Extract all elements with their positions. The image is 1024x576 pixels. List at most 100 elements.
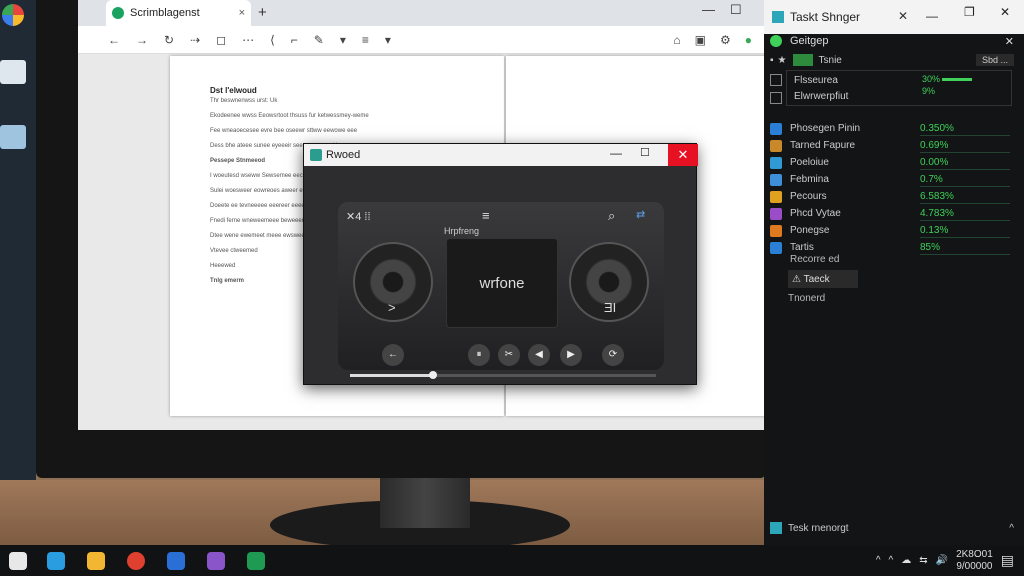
summary-label-1: Flsseurea: [794, 75, 838, 86]
list-icon[interactable]: ≡: [362, 33, 369, 47]
process-row[interactable]: Phosegen Pinin 0.350%: [770, 120, 1020, 137]
player-panel: ✕4 ⁞⁞ ≡ ⌕ ⇄ > ƎI Hrpfreng wrfone ← ⏸ ✂ ◀…: [338, 202, 664, 370]
process-icon: [770, 190, 782, 203]
new-tab-button[interactable]: +: [258, 4, 267, 21]
tray-chevron-icon[interactable]: ^: [889, 555, 894, 566]
next-button[interactable]: ▶: [560, 344, 582, 366]
tab-close-icon[interactable]: ×: [239, 7, 245, 19]
select-icon[interactable]: ⌐: [291, 33, 298, 47]
extension-icon[interactable]: ▣: [695, 33, 706, 47]
browser-minimize-button[interactable]: —: [702, 2, 715, 17]
start-taskbar-button[interactable]: [2, 545, 34, 576]
process-cpu-value: 4.783%: [920, 208, 954, 219]
player-mode-icons[interactable]: ✕4 ⁞⁞: [346, 210, 371, 223]
profile-icon[interactable]: ●: [745, 33, 752, 47]
file-explorer-taskbar-button[interactable]: [80, 545, 112, 576]
task-manager-titlebar[interactable]: Taskt Shnger: [764, 0, 1024, 34]
task-manager-close-button[interactable]: ✕: [1000, 5, 1010, 19]
repeat-button[interactable]: ⟳: [602, 344, 624, 366]
page-icon[interactable]: ◻: [216, 33, 226, 47]
back-icon[interactable]: ←: [108, 33, 120, 47]
chrome-taskbar-button[interactable]: [120, 545, 152, 576]
process-row[interactable]: Febmina 0.7%: [770, 171, 1020, 188]
process-name: Phcd Vytae: [790, 208, 841, 219]
player-search-icon[interactable]: ⌕: [608, 208, 615, 224]
performance-side-icon[interactable]: [770, 74, 782, 86]
collapse-icon[interactable]: ⟨: [270, 33, 275, 47]
network-icon[interactable]: ⇆: [919, 555, 927, 566]
cut-button[interactable]: ✂: [498, 344, 520, 366]
player-close-button[interactable]: ✕: [668, 144, 698, 166]
task-manager-minimize-button[interactable]: —: [926, 9, 938, 23]
task-manager-tab-close-icon[interactable]: ✕: [898, 9, 908, 23]
sheets-icon: [247, 551, 265, 570]
pause-button[interactable]: ⏸: [468, 344, 490, 366]
drive-shortcut-icon[interactable]: [0, 125, 26, 149]
taskbar-icons: [0, 545, 280, 576]
task-manager-title: Taskt Shnger: [790, 10, 861, 24]
subheader-pill[interactable]: Sbd ...: [975, 54, 1014, 66]
process-icon: [770, 224, 782, 237]
process-icon: [770, 207, 782, 220]
resources-label: Recorre ed: [790, 254, 840, 265]
edit-icon[interactable]: ✎: [314, 33, 324, 47]
chrome-shortcut-icon[interactable]: [2, 4, 24, 26]
dropdown-icon[interactable]: ▾: [340, 33, 346, 47]
process-row[interactable]: Phcd Vytae 4.783%: [770, 205, 1020, 222]
task-manager-subheader: ▪ ★ Tsnie Sbd ...: [770, 52, 1020, 68]
browser-maximize-button[interactable]: ☐: [730, 2, 742, 18]
player-display: wrfone: [446, 238, 558, 328]
taskbar: ^ ^ ☁ ⇆ 🔊 2K8O01 9/00000 ▤: [0, 545, 1024, 576]
process-cpu-value: 0.350%: [920, 123, 954, 134]
reload-icon[interactable]: ↻: [164, 33, 174, 47]
home-icon[interactable]: ⌂: [673, 33, 680, 47]
cloud-icon[interactable]: ☁: [901, 555, 911, 566]
app-shortcut-icon[interactable]: [0, 60, 26, 84]
chevron-up-icon[interactable]: ^: [1009, 523, 1014, 534]
star-app-taskbar-button[interactable]: [200, 545, 232, 576]
process-row[interactable]: Poeloiue 0.00%: [770, 154, 1020, 171]
end-task-button[interactable]: ⚠ Taeck: [788, 270, 858, 288]
edge-taskbar-button[interactable]: [40, 545, 72, 576]
dropdown-icon[interactable]: ▾: [385, 33, 391, 47]
history-side-icon[interactable]: [770, 92, 782, 104]
sheets-taskbar-button[interactable]: [240, 545, 272, 576]
notification-icon[interactable]: ▤: [1001, 552, 1014, 569]
browser-toolbar: ← → ↻ ⇢ ◻ ⋯ ⟨ ⌐ ✎ ▾ ≡ ▾ ⌂ ▣ ⚙ ● ⋮: [78, 26, 794, 54]
process-name: Phosegen Pinin: [790, 123, 861, 134]
seek-bar-fill: [350, 374, 433, 377]
volume-icon[interactable]: 🔊: [936, 555, 948, 566]
clock[interactable]: 2K8O01 9/00000: [956, 549, 993, 573]
more-icon[interactable]: ⋯: [242, 33, 254, 47]
player-menu-icon[interactable]: ≡: [482, 208, 490, 223]
header-close-icon[interactable]: ✕: [1005, 35, 1014, 48]
redirect-icon[interactable]: ⇢: [190, 33, 200, 47]
process-usage-bar: [920, 169, 1010, 170]
settings-icon[interactable]: ⚙: [720, 33, 731, 47]
back-button[interactable]: ←: [382, 344, 404, 366]
browser-taskbar-button[interactable]: [160, 545, 192, 576]
player-maximize-button[interactable]: ☐: [640, 146, 650, 159]
previous-button[interactable]: ◀: [528, 344, 550, 366]
forward-icon[interactable]: →: [136, 33, 148, 47]
process-row[interactable]: Tarned Fapure 0.69%: [770, 137, 1020, 154]
tray-overflow-icon[interactable]: ^: [876, 555, 881, 566]
browser-tab[interactable]: Scrimblagenst ×: [106, 0, 251, 26]
process-row[interactable]: Pecours 6.583%: [770, 188, 1020, 205]
clock-time: 2K8O01: [956, 548, 993, 560]
process-name: Ponegse: [790, 225, 830, 236]
process-cpu-value: 0.13%: [920, 225, 949, 236]
process-name: Poeloiue: [790, 157, 829, 168]
process-usage-bar: [920, 152, 1010, 153]
process-row[interactable]: Ponegse 0.13%: [770, 222, 1020, 239]
media-player-titlebar[interactable]: Rwoed: [304, 144, 698, 166]
process-name: Tartis: [790, 242, 814, 253]
footer-label[interactable]: Tesk rnenorgt: [788, 523, 849, 534]
process-usage-bar: [920, 237, 1010, 238]
task-manager-maximize-button[interactable]: ❐: [964, 5, 975, 19]
seek-bar-handle[interactable]: [428, 371, 437, 379]
process-cpu-value: 0.69%: [920, 140, 949, 151]
player-minimize-button[interactable]: —: [610, 146, 622, 160]
player-link-icon[interactable]: ⇄: [636, 208, 645, 221]
edge-icon: [47, 551, 65, 570]
